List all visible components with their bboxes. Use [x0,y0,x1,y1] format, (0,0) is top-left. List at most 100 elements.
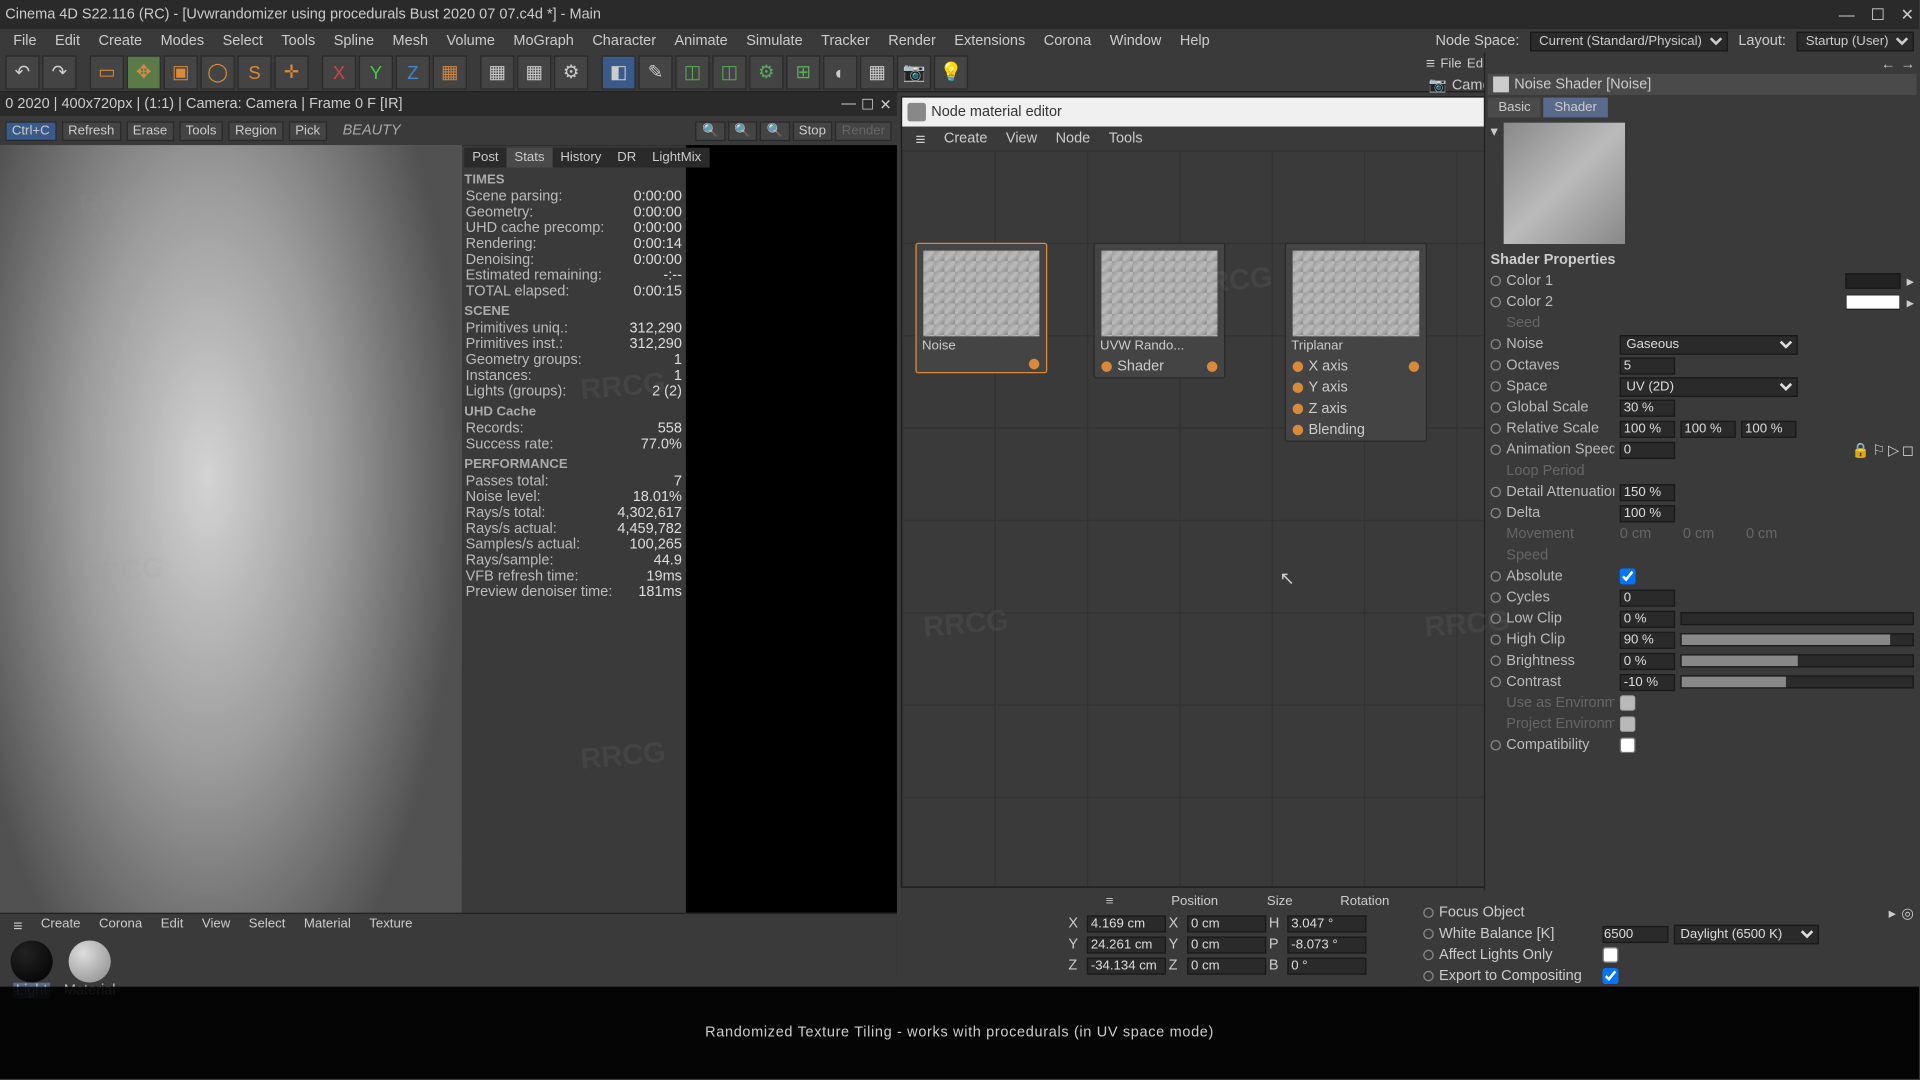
vp-refresh[interactable]: Refresh [61,121,120,141]
size-input[interactable] [1187,915,1266,932]
render-active-icon[interactable]: ▦ [517,55,551,89]
ne-view[interactable]: View [998,129,1045,147]
light-icon[interactable]: 💡 [934,55,968,89]
focus-expand-icon[interactable]: ▸ [1889,904,1896,921]
mm-create[interactable]: Create [33,915,88,936]
menu-file[interactable]: File [5,32,44,50]
ne-create[interactable]: Create [936,129,995,147]
low-clip-slider[interactable] [1680,612,1913,625]
menu-edit[interactable]: Edit [47,32,88,50]
contrast-slider[interactable] [1680,675,1913,688]
lasso-icon[interactable]: S [237,55,271,89]
spline-pen-icon[interactable]: ✎ [638,55,672,89]
om-file[interactable]: File [1440,56,1461,71]
tri-out-port[interactable] [1409,361,1420,372]
mm-material[interactable]: Material [296,915,359,936]
size-input[interactable] [1187,957,1266,974]
rot-input[interactable] [1287,915,1366,932]
vp-min-icon[interactable]: — [841,96,856,113]
low-clip-input[interactable] [1620,610,1675,627]
vp-erase[interactable]: Erase [126,121,174,141]
menu-help[interactable]: Help [1172,32,1218,50]
node-triplanar[interactable]: Triplanar X axis Y axis Z axis Blending [1285,243,1427,442]
cycles-input[interactable] [1620,589,1675,606]
vp-pick[interactable]: Pick [289,121,327,141]
vp-close-icon[interactable]: ✕ [879,96,891,113]
menu-tools[interactable]: Tools [273,32,323,50]
tri-y-port[interactable] [1293,383,1304,394]
render-view-icon[interactable]: ▦ [480,55,514,89]
viewport[interactable]: Post Stats History DR LightMix TIMES Sce… [0,145,897,973]
pos-input[interactable] [1087,936,1166,953]
compat-checkbox[interactable] [1620,737,1636,753]
noise-out-port[interactable] [1029,359,1040,370]
cube-primitive-icon[interactable]: ◧ [601,55,635,89]
scale-tool-icon[interactable]: ▣ [164,55,198,89]
rot-input[interactable] [1287,957,1366,974]
play-icon[interactable]: ▷ [1888,441,1899,458]
space-select[interactable]: UV (2D) [1620,377,1798,397]
wb-preset-select[interactable]: Daylight (6500 K) [1674,924,1819,944]
vp-render[interactable]: Render [835,121,891,141]
delta-input[interactable] [1620,505,1675,522]
vp-stop[interactable]: Stop [792,121,832,141]
brightness-input[interactable] [1620,652,1675,669]
absolute-checkbox[interactable] [1620,568,1636,584]
vp-tools[interactable]: Tools [179,121,223,141]
uvw-out-port[interactable] [1207,361,1218,372]
mm-corona[interactable]: Corona [91,915,150,936]
render-settings-icon[interactable]: ⚙ [554,55,588,89]
menu-window[interactable]: Window [1102,32,1169,50]
attr-tab-shader[interactable]: Shader [1544,98,1608,118]
high-clip-input[interactable] [1620,631,1675,648]
vp-zoom100-icon[interactable]: 🔍 [760,121,790,141]
detail-atten-input[interactable] [1620,483,1675,500]
field-icon[interactable]: ▦ [860,55,894,89]
tri-z-port[interactable] [1293,404,1304,415]
flag-icon[interactable]: ⚐ [1872,441,1885,458]
vp-copy[interactable]: Ctrl+C [5,121,56,141]
octaves-input[interactable] [1620,357,1675,374]
vp-zoom-icon[interactable]: 🔍 [695,121,725,141]
nodespace-select[interactable]: Current (Standard/Physical) [1530,31,1728,51]
generator-icon[interactable]: ◫ [712,55,746,89]
move-tool-icon[interactable]: ✥ [127,55,161,89]
menu-volume[interactable]: Volume [439,32,503,50]
pos-input[interactable] [1087,915,1166,932]
mm-select[interactable]: Select [241,915,293,936]
tri-x-port[interactable] [1293,361,1304,372]
tab-post[interactable]: Post [464,148,506,168]
attr-expand-icon[interactable]: ▾ [1488,120,1501,247]
subdiv-icon[interactable]: ◫ [675,55,709,89]
color1-picker-icon[interactable]: ▸ [1907,272,1914,289]
vp-zoomfit-icon[interactable]: 🔍 [728,121,758,141]
deformer-icon[interactable]: ⚙ [749,55,783,89]
menu-simulate[interactable]: Simulate [738,32,810,50]
axis-world-icon[interactable]: ▦ [433,55,467,89]
wb-input[interactable] [1603,925,1669,942]
color1-swatch[interactable] [1846,273,1901,289]
cursor-icon[interactable]: ✛ [274,55,308,89]
volume-icon[interactable]: ◐ [823,55,857,89]
select-tool-icon[interactable]: ▭ [90,55,124,89]
rot-input[interactable] [1287,936,1366,953]
lock-icon[interactable]: 🔒 [1852,441,1870,458]
menu-modes[interactable]: Modes [153,32,212,50]
vp-region[interactable]: Region [228,121,283,141]
rs-z-input[interactable] [1741,420,1796,437]
tab-dr[interactable]: DR [609,148,644,168]
undo-icon[interactable]: ↶ [5,55,39,89]
menu-tracker[interactable]: Tracker [813,32,877,50]
affect-lights-checkbox[interactable] [1603,947,1619,963]
pos-input[interactable] [1087,957,1166,974]
vp-max-icon[interactable]: ☐ [861,96,874,113]
node-noise[interactable]: Noise [915,243,1047,374]
menu-extensions[interactable]: Extensions [946,32,1033,50]
menu-create[interactable]: Create [91,32,150,50]
attr-fwd-icon[interactable]: → [1901,57,1916,73]
ne-tools[interactable]: Tools [1101,129,1151,147]
rs-x-input[interactable] [1620,420,1675,437]
tab-lightmix[interactable]: LightMix [644,148,709,168]
attr-back-icon[interactable]: ← [1881,57,1896,73]
layout-select[interactable]: Startup (User) [1796,31,1913,51]
